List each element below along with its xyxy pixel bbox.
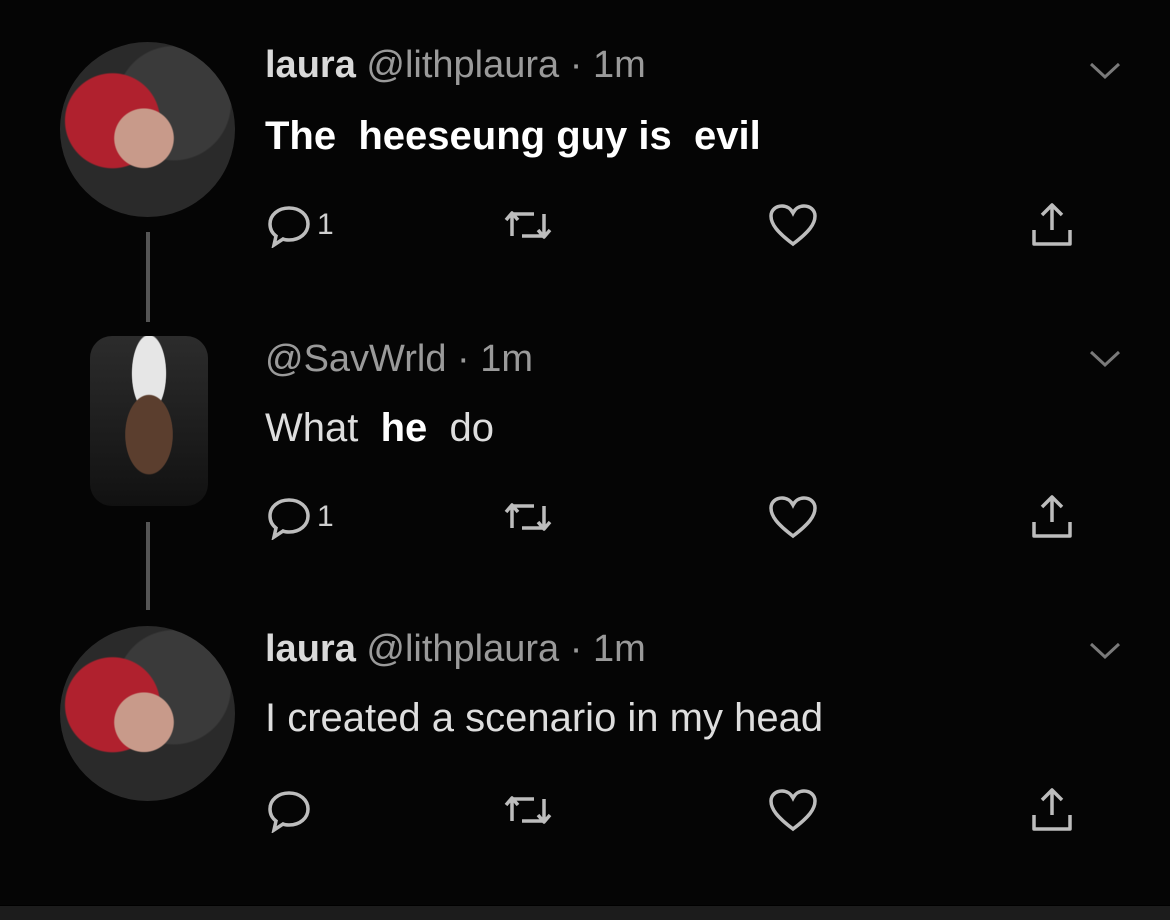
tweet-actions bbox=[265, 785, 1095, 835]
reply-button[interactable]: 1 bbox=[265, 492, 334, 542]
retweet-button[interactable] bbox=[500, 492, 556, 542]
avatar[interactable] bbox=[60, 42, 235, 217]
share-button[interactable] bbox=[1027, 492, 1077, 542]
thread-connector bbox=[146, 522, 150, 610]
chevron-down-icon[interactable] bbox=[1088, 348, 1122, 370]
text-part: The bbox=[265, 114, 337, 158]
tweet-actions: 1 bbox=[265, 492, 1095, 542]
heart-icon bbox=[767, 494, 819, 540]
tweet[interactable]: @SavWrld · 1m What he do 1 bbox=[0, 320, 1170, 610]
avatar[interactable] bbox=[90, 336, 208, 506]
reply-button[interactable] bbox=[265, 785, 317, 835]
tweet-header: laura @lithplaura · 1m bbox=[265, 44, 646, 87]
tweet[interactable]: laura @lithplaura · 1m The heeseung guy … bbox=[0, 0, 1170, 322]
tweet-header: @SavWrld · 1m bbox=[265, 338, 533, 381]
handle[interactable]: @lithplaura bbox=[366, 44, 559, 86]
share-button[interactable] bbox=[1027, 785, 1077, 835]
heart-icon bbox=[767, 202, 819, 248]
display-name[interactable]: laura bbox=[265, 628, 356, 670]
tweet[interactable]: laura @lithplaura · 1m I created a scena… bbox=[0, 610, 1170, 900]
reply-icon bbox=[265, 787, 313, 833]
share-icon bbox=[1027, 785, 1077, 835]
heart-icon bbox=[767, 787, 819, 833]
reply-button[interactable]: 1 bbox=[265, 200, 334, 250]
tweet-header: laura @lithplaura · 1m bbox=[265, 628, 646, 671]
tweet-text: I created a scenario in my head bbox=[265, 696, 823, 741]
chevron-down-icon[interactable] bbox=[1088, 60, 1122, 82]
reply-icon bbox=[265, 202, 313, 248]
like-button[interactable] bbox=[767, 785, 819, 835]
text-part: evil bbox=[694, 114, 761, 158]
bottom-bar bbox=[0, 906, 1170, 920]
tweet-thread: laura @lithplaura · 1m The heeseung guy … bbox=[0, 0, 1170, 905]
tweet-text: What he do bbox=[265, 406, 494, 451]
thread-connector bbox=[146, 232, 150, 322]
display-name[interactable]: laura bbox=[265, 44, 356, 86]
handle[interactable]: @SavWrld bbox=[265, 338, 446, 380]
retweet-icon bbox=[500, 787, 556, 833]
share-button[interactable] bbox=[1027, 200, 1077, 250]
tweet-text: The heeseung guy is evil bbox=[265, 114, 761, 159]
timestamp[interactable]: · 1m bbox=[457, 338, 533, 380]
tweet-actions: 1 bbox=[265, 200, 1095, 250]
text-part: I created a scenario in my head bbox=[265, 696, 824, 740]
retweet-button[interactable] bbox=[500, 785, 556, 835]
like-button[interactable] bbox=[767, 200, 819, 250]
text-part: he bbox=[380, 406, 428, 450]
text-part: do bbox=[449, 406, 495, 450]
reply-count: 1 bbox=[317, 500, 334, 533]
chevron-down-icon[interactable] bbox=[1088, 640, 1122, 662]
like-button[interactable] bbox=[767, 492, 819, 542]
text-part: heeseung guy is bbox=[358, 114, 672, 158]
share-icon bbox=[1027, 492, 1077, 542]
timestamp[interactable]: · 1m bbox=[570, 628, 646, 670]
handle[interactable]: @lithplaura bbox=[366, 628, 559, 670]
timestamp[interactable]: · 1m bbox=[570, 44, 646, 86]
retweet-button[interactable] bbox=[500, 200, 556, 250]
reply-icon bbox=[265, 494, 313, 540]
retweet-icon bbox=[500, 202, 556, 248]
reply-count: 1 bbox=[317, 208, 334, 241]
text-part: What bbox=[265, 406, 359, 450]
retweet-icon bbox=[500, 494, 556, 540]
avatar[interactable] bbox=[60, 626, 235, 801]
share-icon bbox=[1027, 200, 1077, 250]
